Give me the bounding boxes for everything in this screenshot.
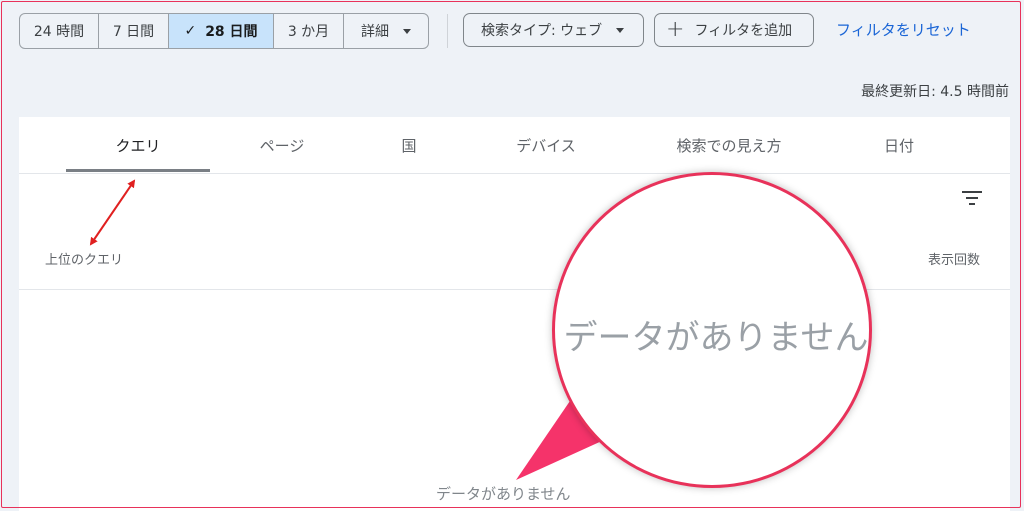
magnified-empty-message: データがありません: [563, 317, 869, 358]
double-arrow-annotation: [89, 179, 136, 246]
magnifier-callout: データがありません: [552, 172, 872, 488]
annotation-overlay: [89, 179, 604, 480]
